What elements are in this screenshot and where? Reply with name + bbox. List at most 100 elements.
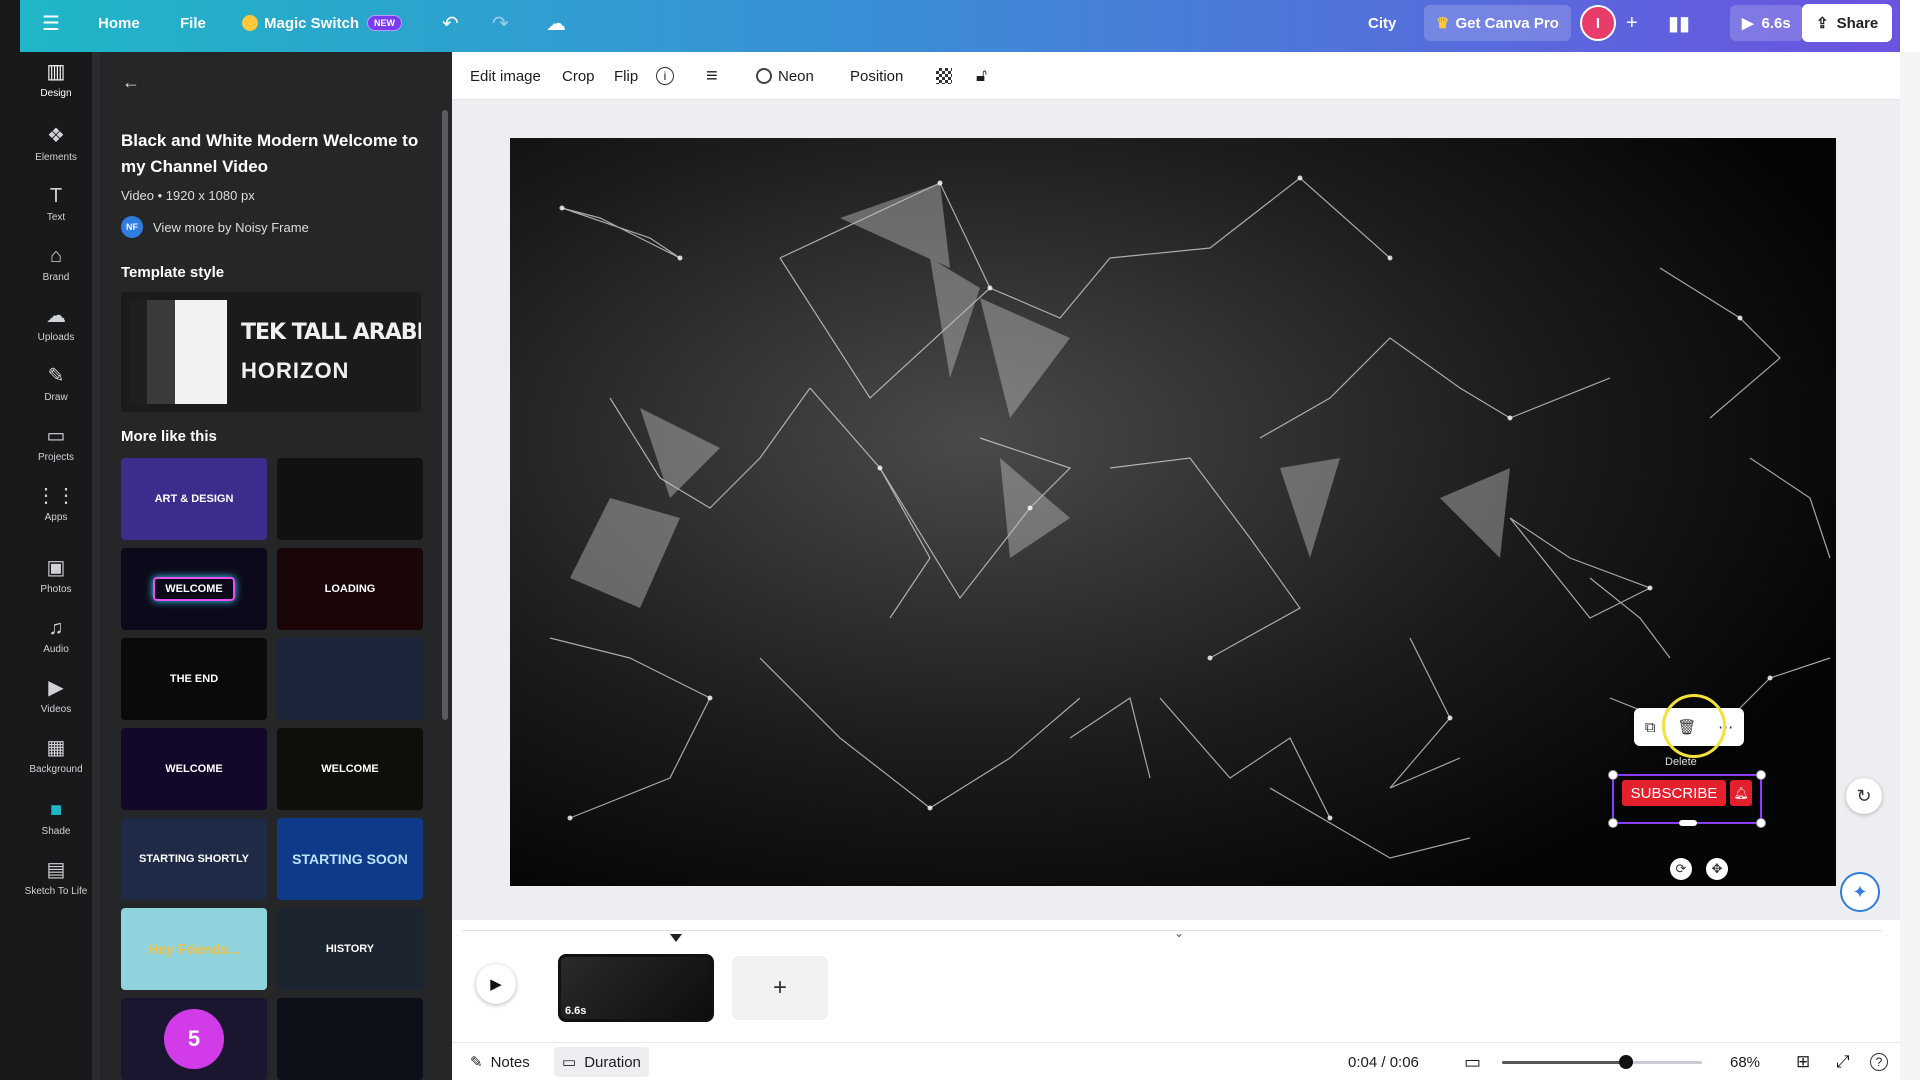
rail-item-background[interactable]: ▦ Background [20,736,92,775]
duplicate-icon[interactable]: ⧉ [1645,719,1656,736]
project-name[interactable]: City [1368,0,1396,46]
thumbnail-label: HISTORY [325,943,375,955]
fullscreen-icon[interactable]: ⤢ [1836,1043,1850,1080]
zoom-slider-knob[interactable] [1619,1055,1633,1069]
crop-button[interactable]: Crop [562,52,595,100]
rail-item-sketch[interactable]: ▤ Sketch To Life [20,858,92,897]
resize-handle-bottom[interactable] [1679,820,1697,826]
lines-icon[interactable]: ≡ [706,52,718,100]
magic-switch-button[interactable]: Magic Switch NEW [242,0,403,46]
refresh-icon[interactable]: ↻ [1846,778,1882,814]
neon-button[interactable]: Neon [756,52,814,100]
rail-item-text[interactable]: T Text [20,184,92,223]
undo-icon[interactable]: ↶ [442,0,459,46]
avatar: I [1580,5,1616,41]
template-meta: Video • 1920 x 1080 px [121,188,255,203]
file-menu[interactable]: File [180,0,206,46]
get-canva-pro-button[interactable]: ♛ Get Canva Pro [1424,5,1571,41]
insights-icon[interactable]: ▮▮ [1668,0,1690,46]
rail-item-apps[interactable]: ⋮⋮ Apps [20,484,92,523]
cloud-save-icon[interactable]: ☁ [546,0,566,46]
duration-button[interactable]: ▭ Duration [554,1047,649,1077]
rail-item-elements[interactable]: ❖ Elements [20,124,92,163]
rotate-handle-icon[interactable]: ⟳ [1670,858,1692,880]
user-avatar[interactable]: I [1580,5,1616,41]
share-button[interactable]: ⇪ Share [1802,4,1893,42]
timeline: ⌄ ▶ 6.6s + [452,920,1900,1042]
rail-item-projects[interactable]: ▭ Projects [20,424,92,463]
template-thumbnail[interactable] [277,458,423,540]
template-thumbnail[interactable]: STARTING SOON [277,818,423,900]
template-thumbnail[interactable]: HISTORY [277,908,423,990]
notes-icon: ✎ [470,1054,483,1071]
template-thumbnail[interactable]: WELCOME [121,728,267,810]
playback-time: 0:04 / 0:06 [1348,1053,1419,1071]
template-style-card[interactable]: TEK TALL ARABIC C HORIZON [121,292,421,412]
transparency-icon[interactable] [936,52,952,100]
template-thumbnail[interactable]: Hey Friends... [121,908,267,990]
menu-icon[interactable]: ☰ [42,0,60,46]
collapse-timeline-chevron-icon[interactable]: ⌄ [1174,926,1184,940]
rail-item-brand[interactable]: ⌂ Brand [20,244,92,283]
swatch-gray [147,300,175,404]
resize-handle-tr[interactable] [1756,770,1766,780]
timeline-clip[interactable]: 6.6s [558,954,714,1022]
rail-item-uploads[interactable]: ☁ Uploads [20,304,92,343]
author-row[interactable]: NF View more by Noisy Frame [121,216,309,238]
rail-label: Photos [40,584,72,595]
edit-image-button[interactable]: Edit image [470,52,541,100]
template-thumbnail[interactable]: STARTING SHORTLY [121,818,267,900]
panel-scrollbar[interactable] [442,110,448,720]
rail-item-audio[interactable]: ♫ Audio [20,616,92,655]
timeline-play-button[interactable]: ▶ [476,964,516,1004]
grid-view-icon[interactable]: ⊞ [1796,1043,1810,1080]
notes-button[interactable]: ✎ Notes [470,1043,530,1080]
move-handle-icon[interactable]: ✥ [1706,858,1728,880]
neon-icon [756,68,772,84]
lock-icon[interactable]: 🔓︎ [976,52,987,100]
rail-label: Shade [41,826,71,837]
rail-item-draw[interactable]: ✎ Draw [20,364,92,403]
template-thumbnail[interactable]: 5 [121,998,267,1080]
right-scrollbar[interactable] [1900,52,1920,1080]
zoom-slider[interactable] [1502,1055,1702,1069]
play-preview-button[interactable]: ▶ 6.6s [1730,5,1803,41]
author-link[interactable]: View more by Noisy Frame [153,220,309,235]
text-icon: T [49,185,63,207]
add-person-icon[interactable]: + [1626,0,1638,46]
rail-item-videos[interactable]: ▶ Videos [20,676,92,715]
playhead-marker[interactable] [670,934,682,942]
template-thumbnail[interactable]: ART & DESIGN [121,458,267,540]
template-thumbnail[interactable]: THE END [121,638,267,720]
flip-button[interactable]: Flip [614,52,638,100]
template-thumbnail[interactable] [277,998,423,1080]
canva-editor: ☰ Home File Magic Switch NEW ↶ ↷ ☁ City … [0,0,1920,1080]
position-button[interactable]: Position [850,52,903,100]
template-thumbnail[interactable]: WELCOME [277,728,423,810]
subscribe-element-selection[interactable]: SUBSCRIBE 🔔︎ [1608,770,1766,828]
back-arrow-icon[interactable]: ← [122,72,140,93]
info-icon[interactable]: i [656,52,674,100]
rail-item-photos[interactable]: ▣ Photos [20,556,92,595]
share-label: Share [1836,14,1879,32]
template-thumbnail[interactable]: WELCOME [121,548,267,630]
resize-handle-br[interactable] [1756,818,1766,828]
magic-assistant-icon[interactable]: ✦ [1840,872,1880,912]
zoom-level[interactable]: 68% [1730,1043,1760,1080]
design-canvas[interactable]: ⧉ 🗑︎ ⋯ Delete SUBSCRIBE 🔔︎ ⟳ ✥ [510,138,1836,886]
redo-icon[interactable]: ↷ [492,0,509,46]
rail-item-design[interactable]: ▥ Design [20,60,92,99]
neon-label: Neon [778,67,814,85]
timeline-scrubber-line [462,930,1882,931]
resize-handle-tl[interactable] [1608,770,1618,780]
rail-item-shade[interactable]: ■ Shade [20,798,92,837]
template-thumbnail[interactable] [277,638,423,720]
resize-handle-bl[interactable] [1608,818,1618,828]
home-button[interactable]: Home [98,0,140,46]
page-view-icon[interactable]: ▭ [1464,1043,1481,1080]
rail-scrollbar[interactable] [92,52,100,1080]
add-page-button[interactable]: + [732,956,828,1020]
template-thumbnail[interactable]: LOADING [277,548,423,630]
thumbnail-label: Hey Friends... [148,941,240,957]
help-icon[interactable]: ? [1870,1043,1888,1080]
